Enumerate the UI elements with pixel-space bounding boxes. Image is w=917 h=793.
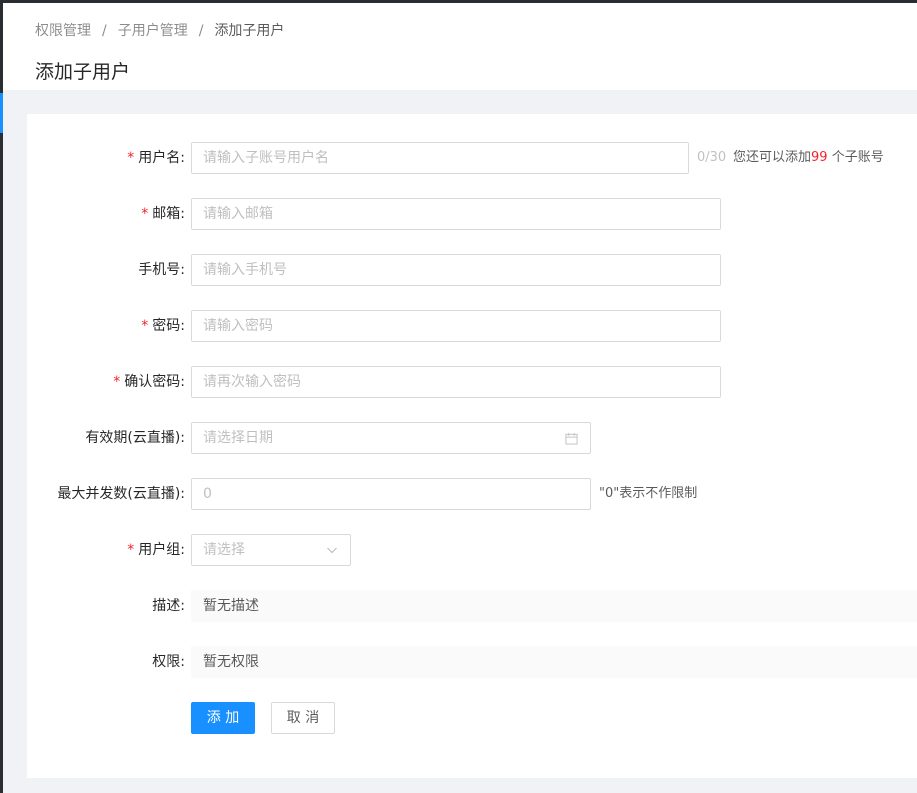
phone-input[interactable] [191,254,721,286]
form-actions: 添 加 取 消 [27,702,917,734]
user-group-label: * 用户组: [127,542,185,558]
sidebar-active-indicator [0,93,3,133]
password-input[interactable] [191,310,721,342]
required-mark: * [127,542,135,558]
cancel-button[interactable]: 取 消 [271,702,335,734]
page-title: 添加子用户 [35,61,131,83]
permissions-value: 暂无权限 [191,646,917,678]
breadcrumb-item-permissions[interactable]: 权限管理 [35,23,91,39]
breadcrumb-item-current: 添加子用户 [214,23,285,39]
email-input[interactable] [191,198,721,230]
subaccount-quota-hint: 您还可以添加99 个子账号 [733,150,884,165]
phone-label: 手机号: [138,262,185,278]
form-row-user-group: * 用户组: 请选择 [27,534,917,566]
add-button[interactable]: 添 加 [191,702,255,734]
form-row-email: * 邮箱: [27,198,917,230]
permissions-label: 权限: [152,654,185,670]
breadcrumb-item-subusers[interactable]: 子用户管理 [118,23,188,39]
user-group-placeholder: 请选择 [203,542,245,558]
breadcrumb-separator: / [198,23,204,39]
form-row-confirm-password: * 确认密码: [27,366,917,398]
username-label: * 用户名: [127,150,185,166]
chevron-down-icon [327,547,337,554]
expiry-placeholder: 请选择日期 [203,430,273,446]
max-concurrency-input[interactable] [191,478,591,510]
required-mark: * [141,206,149,222]
max-concurrency-label: 最大并发数(云直播): [57,486,185,502]
confirm-password-input[interactable] [191,366,721,398]
description-label: 描述: [152,598,185,614]
form-row-expiry: 有效期(云直播): 请选择日期 [27,422,917,454]
username-input[interactable] [191,142,689,174]
description-value: 暂无描述 [191,590,917,622]
expiry-label: 有效期(云直播): [85,430,185,446]
form-card: *用户名: 0/30 您还可以添加99 个子账号 *邮箱: 手机号: *密码: … [27,114,917,778]
password-label: * 密码: [141,318,185,334]
expiry-date-picker[interactable]: 请选择日期 [191,422,591,454]
calendar-icon [565,432,578,445]
username-counter: 0/30 [697,150,727,165]
form-row-username: *用户名: 0/30 您还可以添加99 个子账号 [27,142,917,174]
quota-count: 99 [811,150,828,165]
breadcrumb: 权限管理 / 子用户管理 / 添加子用户 [35,20,284,40]
form-row-max-concurrency: 最大并发数(云直播): "0"表示不作限制 [27,478,917,510]
max-concurrency-hint: "0"表示不作限制 [599,486,698,501]
email-label: * 邮箱: [141,206,185,222]
form-row-permissions: 权限: 暂无权限 [27,646,917,678]
required-mark: * [127,150,135,166]
user-group-select[interactable]: 请选择 [191,534,351,566]
confirm-password-label: * 确认密码: [113,374,185,390]
form-row-password: * 密码: [27,310,917,342]
page-header: 权限管理 / 子用户管理 / 添加子用户 添加子用户 [3,3,917,90]
required-mark: * [141,318,149,334]
required-mark: * [113,374,121,390]
form-row-description: 描述: 暂无描述 [27,590,917,622]
breadcrumb-separator: / [102,23,107,39]
form-row-phone: 手机号: [27,254,917,286]
